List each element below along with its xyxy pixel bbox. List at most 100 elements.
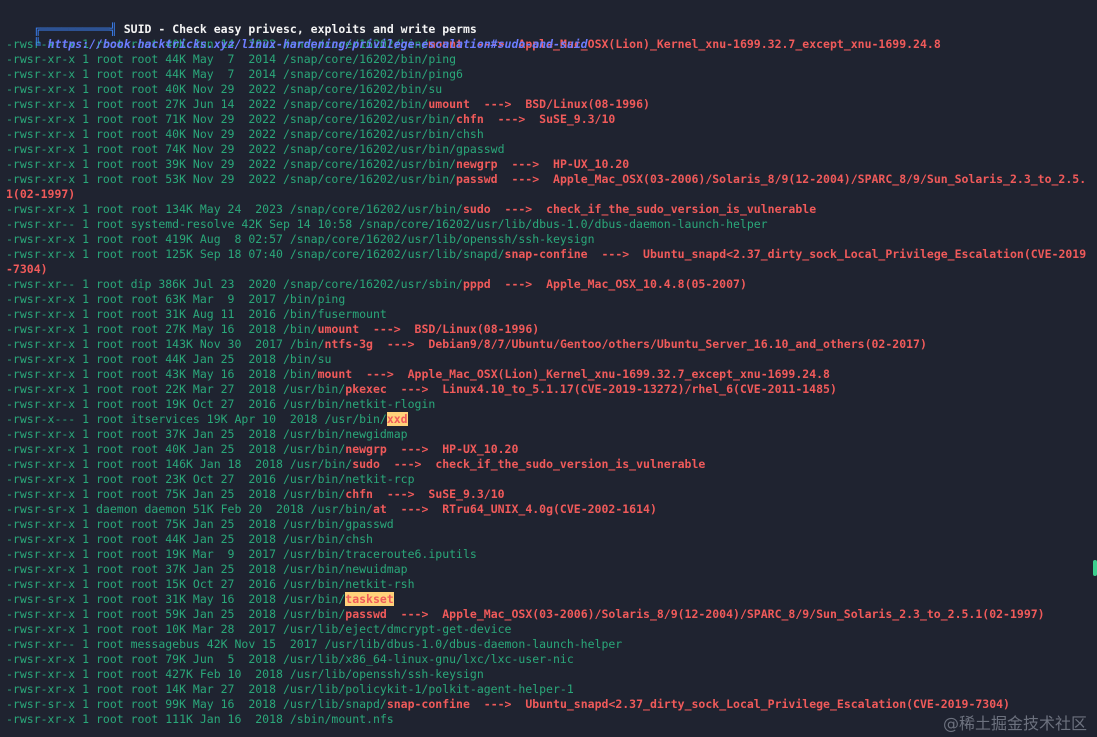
binary-name: sudo	[352, 457, 380, 471]
file-row: -rwsr-xr-x 1 root root 14K Mar 27 2018 /…	[6, 682, 1091, 697]
terminal-output[interactable]: ╔══════════╣ SUID - Check easy privesc, …	[6, 7, 1091, 727]
file-meta: -rwsr-xr-x 1 root root 22K Mar 27 2018	[6, 382, 283, 396]
binary-name: taskset	[345, 592, 394, 606]
file-row: -rwsr-xr-x 1 root root 74K Nov 29 2022 /…	[6, 142, 1091, 157]
exploit-name: check_if_the_sudo_version_is_vulnerable	[435, 457, 706, 471]
file-row: -rwsr-sr-x 1 root root 99K May 16 2018 /…	[6, 697, 1091, 712]
file-row: -rwsr-sr-x 1 daemon daemon 51K Feb 20 20…	[6, 502, 1091, 517]
file-row: -rwsr-xr-x 1 root root 146K Jan 18 2018 …	[6, 457, 1091, 472]
binary-name: dbus-daemon-launch-helper	[594, 217, 768, 231]
exploit-name: Linux4.10_to_5.1.17(CVE-2019-13272)/rhel…	[442, 382, 837, 396]
file-meta: -rwsr-xr-x 1 root root 40K Nov 29 2022	[6, 127, 283, 141]
file-row: -rwsr-xr-x 1 root root 427K Feb 10 2018 …	[6, 667, 1091, 682]
file-dir: /snap/core/16202/bin/	[282, 52, 429, 66]
exploit-name: Apple_Mac_OSX(03-2006)/Solaris_8/9(12-20…	[442, 607, 1045, 621]
binary-name: ping6	[428, 67, 463, 81]
file-meta: -rwsr-xr-x 1 root root 44K May 7 2014	[6, 52, 283, 66]
file-dir: /usr/bin/	[324, 412, 387, 426]
exploit-arrow: --->	[400, 502, 429, 516]
file-row: -rwsr-xr-x 1 root root 143K Nov 30 2017 …	[6, 337, 1091, 352]
file-dir: /usr/lib/x86_64-linux-gnu/lxc/	[282, 652, 491, 666]
file-dir: /usr/bin/	[282, 607, 346, 621]
file-meta: -rwsr-xr-x 1 root root 31K Aug 11 2016	[6, 307, 283, 321]
file-meta: -rwsr-xr-x 1 root root 44K Jan 25 2018	[6, 532, 283, 546]
hacktricks-url-link[interactable]: https://book.hacktricks.xyz/linux-harden…	[48, 37, 588, 51]
binary-name: at	[372, 502, 387, 516]
file-meta: -rwsr-xr-x 1 root root 27K Jun 14 2022	[6, 97, 283, 111]
file-meta: -rwsr-sr-x 1 root root 31K May 16 2018	[6, 592, 283, 606]
binary-name: netkit-rsh	[345, 577, 415, 591]
binary-name: newgrp	[456, 157, 498, 171]
file-meta: -rwsr-xr-x 1 root root 10K Mar 28 2017	[6, 622, 283, 636]
file-row: -rwsr-sr-x 1 root root 31K May 16 2018 /…	[6, 592, 1091, 607]
section-header: ╔══════════╣ SUID - Check easy privesc, …	[6, 7, 1091, 36]
exploit-arrow: --->	[386, 487, 415, 501]
exploit-name: HP-UX_10.20	[553, 157, 630, 171]
file-dir: /snap/core/16202/bin/	[282, 97, 429, 111]
file-row: -rwsr-xr-x 1 root root 40K Nov 29 2022 /…	[6, 82, 1091, 97]
file-dir: /usr/bin/	[289, 457, 353, 471]
file-meta: -rwsr-xr-x 1 root root 134K May 24 2023	[6, 202, 290, 216]
file-dir: /bin/	[282, 307, 318, 321]
file-meta: -rwsr-xr-- 1 root messagebus 42K Nov 15 …	[6, 637, 325, 651]
file-dir: /usr/bin/	[282, 397, 346, 411]
binary-name: ping	[428, 52, 457, 66]
file-meta: -rwsr-xr-x 1 root root 419K Aug 8 02:57	[6, 232, 290, 246]
binary-name: snap-confine	[504, 247, 588, 261]
exploit-name: Apple_Mac_OSX_10.4.8(05-2007)	[546, 277, 747, 291]
file-row: -rwsr-xr-x 1 root root 71K Nov 29 2022 /…	[6, 112, 1091, 127]
file-meta: -rwsr-xr-x 1 root root 79K Jun 5 2018	[6, 652, 283, 666]
file-meta: -rwsr-xr-x 1 root root 19K Mar 9 2017	[6, 547, 283, 561]
file-row: -rwsr-xr-x 1 root root 23K Oct 27 2016 /…	[6, 472, 1091, 487]
exploit-arrow: --->	[504, 277, 533, 291]
file-row: -rwsr-xr-x 1 root root 419K Aug 8 02:57 …	[6, 232, 1091, 247]
file-dir: /bin/	[282, 352, 318, 366]
binary-name: chfn	[345, 487, 373, 501]
binary-name: mount.nfs	[331, 712, 394, 726]
file-row: -rwsr-xr-x 1 root root 134K May 24 2023 …	[6, 202, 1091, 217]
binary-name: chfn	[456, 112, 484, 126]
file-row: -rwsr-xr-x 1 root root 15K Oct 27 2016 /…	[6, 577, 1091, 592]
file-meta: -rwsr-xr-x 1 root root 23K Oct 27 2016	[6, 472, 283, 486]
file-meta: -rwsr-xr-x 1 root root 125K Sep 18 07:40	[6, 247, 290, 261]
file-dir: /snap/core/16202/usr/sbin/	[282, 277, 463, 291]
file-dir: /usr/bin/	[282, 382, 346, 396]
file-row: -rwsr-xr-x 1 root root 44K Jan 25 2018 /…	[6, 532, 1091, 547]
section-url-row: ╚ https://book.hacktricks.xyz/linux-hard…	[6, 22, 1091, 51]
file-meta: -rwsr-xr-x 1 root root 44K May 7 2014	[6, 67, 283, 81]
file-row: -rwsr-xr-x 1 root root 27K May 16 2018 /…	[6, 322, 1091, 337]
file-row: -rwsr-xr-x 1 root root 27K Jun 14 2022 /…	[6, 97, 1091, 112]
exploit-arrow: --->	[366, 367, 394, 381]
exploit-name: SuSE_9.3/10	[428, 487, 505, 501]
file-dir: /snap/core/16202/usr/bin/	[282, 112, 457, 126]
exploit-name: Apple_Mac_OSX(Lion)_Kernel_xnu-1699.32.7…	[407, 367, 830, 381]
binary-name: sudo	[462, 202, 491, 216]
exploit-arrow: --->	[393, 457, 422, 471]
file-row: -rwsr-xr-x 1 root root 125K Sep 18 07:40…	[6, 247, 1091, 277]
binary-name: fusermount	[317, 307, 387, 321]
file-meta: -rwsr-xr-x 1 root root 19K Oct 27 2016	[6, 397, 283, 411]
file-row: -rwsr-xr-x 1 root root 39K Nov 29 2022 /…	[6, 157, 1091, 172]
file-dir: /usr/lib/eject/	[282, 622, 387, 636]
exploit-arrow: --->	[511, 172, 540, 186]
file-meta: -rwsr-xr-x 1 root root 40K Jan 25 2018	[6, 442, 283, 456]
file-dir: /usr/bin/	[282, 577, 346, 591]
binary-name: su	[317, 352, 332, 366]
exploit-arrow: --->	[497, 112, 526, 126]
file-dir: /snap/core/16202/usr/lib/openssh/	[289, 232, 519, 246]
exploit-name: SuSE_9.3/10	[539, 112, 616, 126]
file-row: -rwsr-x--- 1 root itservices 19K Apr 10 …	[6, 412, 1091, 427]
file-row: -rwsr-xr-x 1 root root 37K Jan 25 2018 /…	[6, 427, 1091, 442]
file-row: -rwsr-xr-x 1 root root 63K Mar 9 2017 /b…	[6, 292, 1091, 307]
file-dir: /usr/bin/	[282, 592, 346, 606]
exploit-arrow: --->	[400, 442, 429, 456]
scrollbar-marker[interactable]	[1093, 560, 1097, 576]
binary-name: ping	[317, 292, 346, 306]
binary-name: newgrp	[345, 442, 387, 456]
binary-name: umount	[428, 97, 470, 111]
binary-name: chsh	[456, 127, 484, 141]
file-meta: -rwsr-sr-x 1 daemon daemon 51K Feb 20 20…	[6, 502, 311, 516]
binary-name: ntfs-3g	[324, 337, 373, 351]
binary-name: ssh-keysign	[407, 667, 484, 681]
exploit-arrow: --->	[511, 157, 540, 171]
